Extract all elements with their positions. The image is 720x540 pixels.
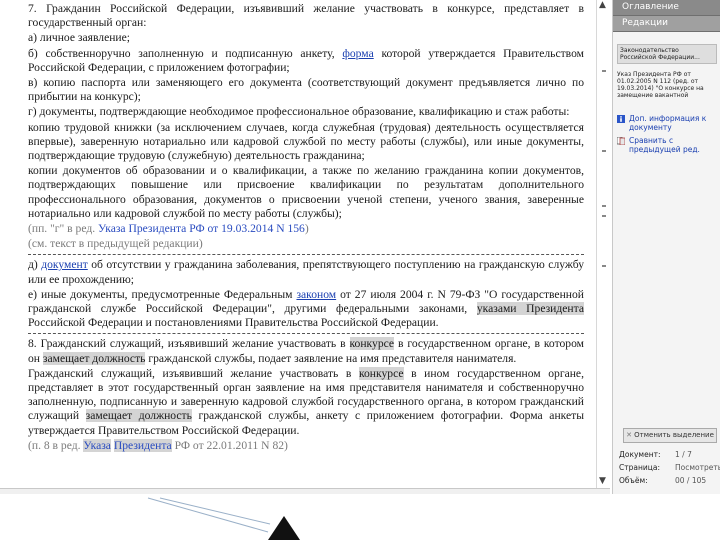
paragraph-7b: б) собственноручно заполненную и подписа… xyxy=(28,47,584,75)
text-span: Российской Федерации и постановлениями П… xyxy=(28,316,439,330)
text-span: Гражданский служащий, изъявивший желание… xyxy=(28,366,359,380)
separator-line xyxy=(28,254,584,256)
note-text: (п. 8 в ред. xyxy=(28,438,84,452)
scroll-marker xyxy=(602,205,606,207)
tab-editions[interactable]: Редакции xyxy=(613,16,720,32)
note-text: ) xyxy=(304,222,309,236)
volume-counter: Объём: 00 / 105 xyxy=(619,476,706,485)
info-value: 00 / 105 xyxy=(675,476,707,485)
link-label: Сравнить с предыдущей ред. xyxy=(629,136,700,154)
compare-icon xyxy=(617,137,625,145)
document-counter: Документ: 1 / 7 xyxy=(619,450,692,459)
paragraph-work-book: копию трудовой книжки (за исключением сл… xyxy=(28,120,584,163)
link-form[interactable]: форма xyxy=(342,47,373,60)
scroll-down-icon[interactable]: ▼ xyxy=(599,476,606,486)
text-span: д) xyxy=(28,258,42,272)
search-highlight: замещает должность xyxy=(85,409,192,423)
additional-info-link[interactable]: Доп. информация к документу xyxy=(613,112,720,134)
paragraph-7v: в) копию паспорта или заменяющего его до… xyxy=(28,76,584,104)
edition-item-legislation[interactable]: Законодательство Российской Федерации... xyxy=(617,44,717,64)
paragraph-8-second: Гражданский служащий, изъявивший желание… xyxy=(28,366,584,438)
search-highlight: конкурсе xyxy=(358,366,404,380)
paragraph-7g: г) документы, подтверждающие необходимое… xyxy=(28,105,570,119)
note-text: (пп. "г" в ред. xyxy=(28,222,99,236)
cursor-trail-lines xyxy=(147,497,271,533)
link-document[interactable]: документ xyxy=(41,258,88,271)
link-decree-2014[interactable]: Указа Президента РФ от 19.03.2014 N 156 xyxy=(98,222,305,235)
link-law[interactable]: законом xyxy=(296,288,336,301)
info-value: 1 / 7 xyxy=(675,450,692,459)
scroll-marker xyxy=(602,215,606,217)
info-label: Документ: xyxy=(619,450,661,459)
info-value[interactable]: Посмотреть xyxy=(675,463,720,472)
edition-note-2: (п. 8 в ред. Указа Президента РФ от 22.0… xyxy=(28,438,584,453)
text-span: б) собственноручно заполненную и подписа… xyxy=(28,46,343,60)
scroll-marker xyxy=(602,150,606,152)
compare-editions-link[interactable]: Сравнить с предыдущей ред. xyxy=(613,134,720,156)
text-span: е) иные документы, предусмотренные Федер… xyxy=(28,287,297,301)
paragraph-7: 7. Гражданин Российской Федерации, изъяв… xyxy=(28,2,584,30)
page-counter: Страница: Посмотреть xyxy=(619,463,720,472)
link-label: Доп. информация к документу xyxy=(629,114,707,132)
text-span: 8. Гражданский служащий, изъявивший жела… xyxy=(28,337,350,351)
separator-line xyxy=(28,333,584,335)
info-label: Объём: xyxy=(619,476,648,485)
clear-selection-button[interactable]: ✕ Отменить выделение xyxy=(623,428,717,443)
search-highlight: указами Президента xyxy=(476,302,584,316)
scroll-marker xyxy=(602,70,606,72)
link-decree-2011[interactable]: Указа xyxy=(83,438,111,452)
search-highlight: замещает должность xyxy=(42,351,146,365)
vertical-scrollbar[interactable]: ▲ ▼ xyxy=(596,0,611,488)
paragraph-7d: д) документ об отсутствии у гражданина з… xyxy=(28,258,584,286)
paragraph-7e: е) иные документы, предусмотренные Федер… xyxy=(28,288,584,331)
document-viewer[interactable]: 7. Гражданин Российской Федерации, изъяв… xyxy=(0,0,596,488)
info-icon xyxy=(617,115,625,123)
button-label: Отменить выделение xyxy=(634,431,714,439)
scroll-up-icon[interactable]: ▲ xyxy=(599,0,606,10)
text-span: гражданской службы, подает заявление на … xyxy=(145,351,517,365)
edition-note-1: (пп. "г" в ред. Указа Президента РФ от 1… xyxy=(28,222,584,236)
bottom-area xyxy=(0,494,720,540)
edition-item-decree[interactable]: Указ Президента РФ от 01.02.2005 N 112 (… xyxy=(613,70,720,100)
link-president[interactable]: Президента xyxy=(113,438,172,452)
text-span: об отсутствии у гражданина заболевания, … xyxy=(28,258,584,286)
tab-contents[interactable]: Оглавление xyxy=(613,0,720,16)
previous-edition-note[interactable]: (см. текст в предыдущей редакции) xyxy=(28,237,584,251)
paragraph-education-docs: копии документов об образовании и о квал… xyxy=(28,164,584,220)
info-label: Страница: xyxy=(619,463,660,472)
close-icon: ✕ xyxy=(626,431,635,439)
cursor-arrow-icon xyxy=(268,516,300,540)
note-text: РФ от 22.01.2011 N 82) xyxy=(171,438,288,452)
search-highlight: конкурсе xyxy=(349,337,395,351)
side-panel: Оглавление Редакции Законодательство Рос… xyxy=(612,0,720,494)
paragraph-8: 8. Гражданский служащий, изъявивший жела… xyxy=(28,337,584,365)
scroll-marker xyxy=(602,265,606,267)
paragraph-7a: а) личное заявление; xyxy=(28,31,131,45)
